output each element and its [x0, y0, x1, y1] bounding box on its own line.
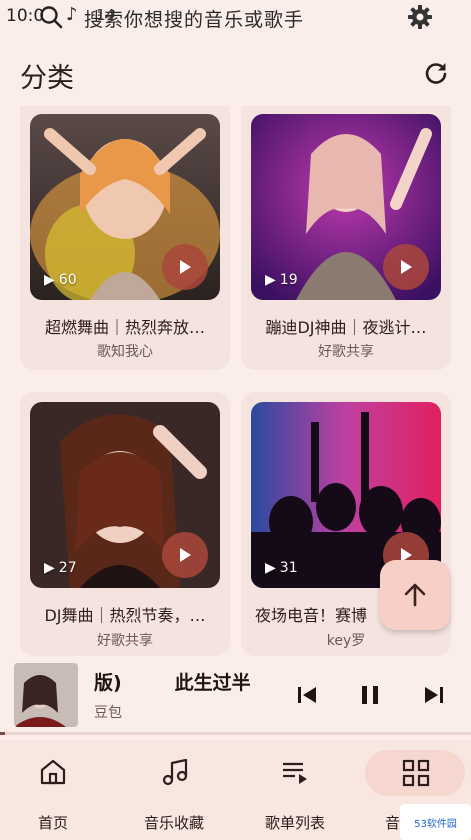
play-button[interactable]: [383, 244, 429, 290]
play-icon: [180, 548, 191, 562]
playlist-author: 好歌共享: [97, 633, 153, 649]
playlist-author: 歌知我心: [97, 344, 153, 360]
playlist-author: key罗: [326, 633, 366, 649]
nav-home[interactable]: 首页: [0, 740, 112, 840]
skip-next-icon[interactable]: [421, 682, 447, 708]
nav-favorites-label: 音乐收藏: [143, 814, 204, 832]
song-title: 版) 此生过半: [94, 672, 251, 694]
search-icon[interactable]: [38, 4, 64, 30]
music-note-status-icon: ♪: [66, 4, 78, 25]
playlist-author: 好歌共享: [318, 344, 374, 360]
page-header: 分类: [0, 44, 471, 106]
arrow-up-icon: [404, 583, 426, 607]
refresh-icon[interactable]: [423, 60, 449, 86]
gear-icon[interactable]: [406, 3, 434, 31]
nav-favorites[interactable]: 音乐收藏: [115, 740, 233, 840]
playlist-card[interactable]: ▶ 19 蹦迪DJ神曲｜夜逃计… 好歌共享: [241, 106, 451, 370]
play-icon: [180, 260, 191, 274]
play-count-icon: ▶: [265, 560, 276, 576]
status-bar: 10:0 ♪ 14 搜索你想搜的音乐或歌手: [0, 0, 471, 34]
playlist-title: 超燃舞曲｜热烈奔放…: [44, 318, 205, 337]
play-count-value: 27: [58, 560, 77, 576]
play-icon: [401, 260, 412, 274]
nav-playlists[interactable]: 歌单列表: [236, 740, 354, 840]
search-input[interactable]: 搜索你想搜的音乐或歌手: [84, 5, 304, 32]
playlist-cover: ▶ 27: [30, 402, 220, 588]
watermark: 53软件园: [400, 804, 471, 840]
playlist-card[interactable]: ▶ 27 DJ舞曲｜热烈节奏，… 好歌共享: [20, 392, 230, 656]
play-count-value: 19: [279, 272, 298, 288]
play-button[interactable]: [162, 532, 208, 578]
playlist-cover: ▶ 19: [251, 114, 441, 300]
play-count-icon: ▶: [44, 272, 55, 288]
play-count-value: 31: [279, 560, 298, 576]
pause-icon[interactable]: [357, 682, 383, 708]
play-button[interactable]: [162, 244, 208, 290]
play-count: ▶ 27: [44, 560, 77, 576]
playlist-cover: ▶ 60: [30, 114, 220, 300]
playlist-title: DJ舞曲｜热烈节奏，…: [44, 606, 206, 625]
mini-player[interactable]: 版) 此生过半 豆包: [0, 660, 471, 732]
grid-icon: [402, 759, 430, 787]
playlist-title: 蹦迪DJ神曲｜夜逃计…: [265, 318, 427, 337]
home-icon: [40, 759, 66, 785]
playlist-card[interactable]: ▶ 60 超燃舞曲｜热烈奔放… 歌知我心: [20, 106, 230, 370]
page-title: 分类: [20, 63, 74, 94]
watermark-text: 53软件园: [414, 818, 457, 830]
play-count: ▶ 60: [44, 272, 77, 288]
play-count: ▶ 31: [265, 560, 298, 576]
song-artist: 豆包: [94, 705, 122, 721]
playback-progress[interactable]: [0, 732, 471, 735]
play-count-value: 60: [58, 272, 77, 288]
skip-previous-icon[interactable]: [294, 682, 320, 708]
music-note-icon: [162, 758, 188, 786]
play-count: ▶ 19: [265, 272, 298, 288]
playback-progress-fill: [0, 732, 5, 735]
nav-playlists-label: 歌单列表: [264, 814, 325, 832]
play-count-icon: ▶: [44, 560, 55, 576]
playlist-icon: [283, 762, 307, 784]
album-art: [14, 663, 78, 727]
play-count-icon: ▶: [265, 272, 276, 288]
scroll-to-top-button[interactable]: [380, 560, 450, 630]
nav-home-label: 首页: [37, 814, 68, 832]
